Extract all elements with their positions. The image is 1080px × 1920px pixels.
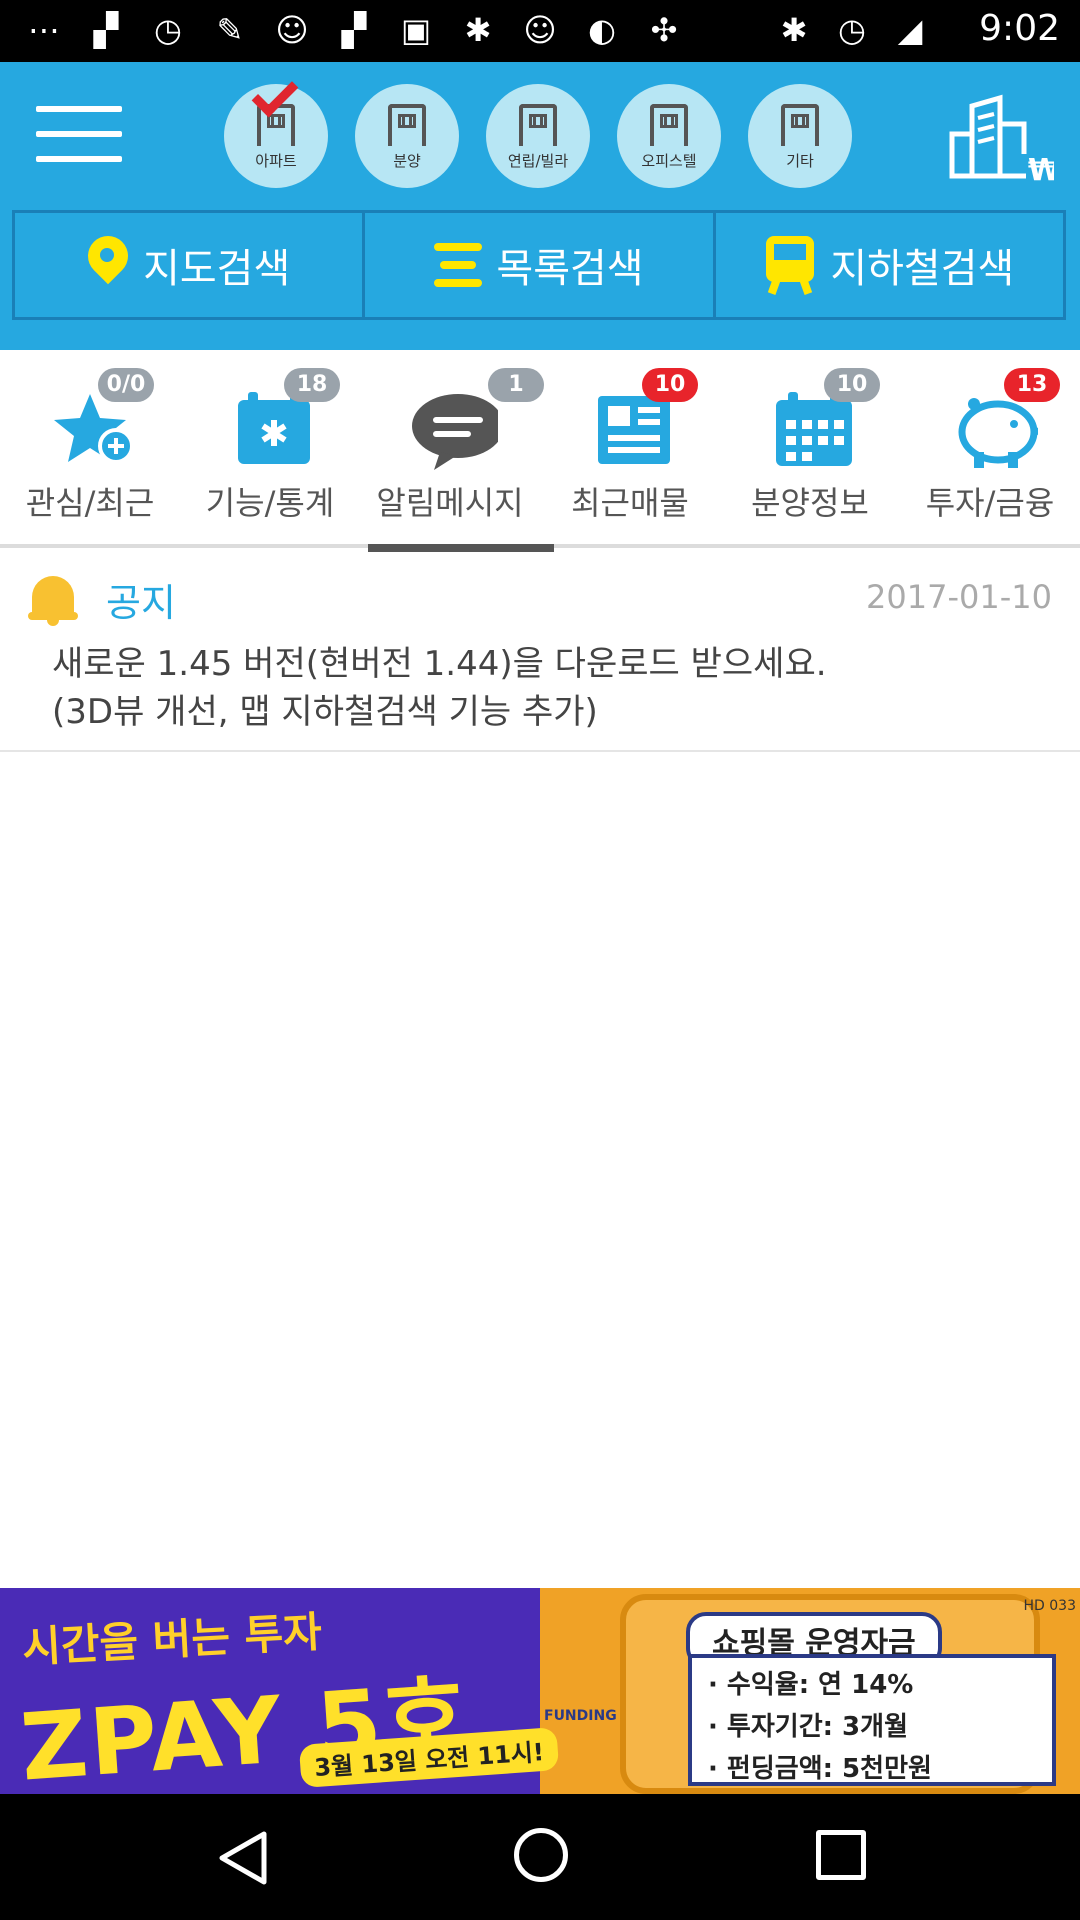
tab-label: 투자/금융 bbox=[925, 484, 1055, 522]
calendar-star-icon bbox=[238, 392, 310, 464]
notice-body: 새로운 1.45 버전(현버전 1.44)을 다운로드 받으세요. (3D뷰 개… bbox=[52, 640, 1052, 736]
piggy-bank-icon bbox=[958, 398, 1038, 468]
category-officetel[interactable]: 오피스텔 bbox=[617, 84, 721, 188]
tab-presale-info[interactable]: 10 분양정보 bbox=[720, 350, 900, 548]
house-icon bbox=[519, 103, 557, 146]
crane-icon bbox=[388, 103, 426, 146]
notice-list-item[interactable]: 공지 2017-01-10 새로운 1.45 버전(현버전 1.44)을 다운로… bbox=[0, 550, 1080, 752]
clock: 9:02 bbox=[979, 8, 1060, 49]
notice-body-line: (3D뷰 개선, 맵 지하철검색 기능 추가) bbox=[52, 692, 598, 732]
tab-favorites-recent[interactable]: 0/0 관심/최근 bbox=[0, 350, 180, 548]
count-badge: 10 bbox=[824, 368, 880, 402]
tab-recent-listings[interactable]: 10 최근매물 bbox=[540, 350, 720, 548]
system-icons: ✱ ◷ ◢ bbox=[774, 10, 930, 50]
tab-notification-messages[interactable]: 1 알림메시지 bbox=[360, 350, 554, 552]
tab-label: 최근매물 bbox=[571, 484, 689, 522]
count-badge: 10 bbox=[642, 368, 698, 402]
flipboard-icon: ▞ bbox=[93, 11, 119, 49]
ad-info-card: · 수익율: 연 14% · 투자기간: 3개월 · 펀딩금액: 5천만원 bbox=[688, 1654, 1056, 1786]
tab-features-stats[interactable]: 18 기능/통계 bbox=[180, 350, 360, 548]
back-icon[interactable] bbox=[216, 1830, 268, 1886]
ad-banner[interactable]: 시간을 버는 투자 ZPAY 5호 3월 13일 오전 11시! FUNDING… bbox=[0, 1588, 1080, 1794]
flipboard-icon: ▞ bbox=[341, 11, 367, 49]
property-category-row: 아파트 분양 연립/빌라 오피스텔 기타 bbox=[224, 70, 852, 188]
wrench-icon: ✎ bbox=[216, 11, 244, 49]
ad-info-line: · 투자기간: 3개월 bbox=[708, 1712, 908, 1742]
stopwatch-icon: ◷ bbox=[154, 11, 182, 49]
tab-subway-search[interactable]: 지하철검색 bbox=[716, 213, 1063, 317]
recent-apps-icon[interactable] bbox=[816, 1830, 866, 1880]
tab-label: 기능/통계 bbox=[205, 484, 335, 522]
signal-icon: ◢ bbox=[897, 11, 923, 49]
chat-bubble-icon bbox=[412, 394, 498, 470]
category-label: 기타 bbox=[786, 151, 814, 170]
tab-map-search[interactable]: 지도검색 bbox=[15, 213, 366, 317]
category-label: 분양 bbox=[393, 151, 421, 170]
tab-label: 관심/최근 bbox=[25, 484, 155, 522]
category-label: 오피스텔 bbox=[641, 151, 697, 170]
alarm-icon: ◷ bbox=[838, 11, 866, 49]
notice-title: 공지 bbox=[106, 581, 176, 625]
buildings-won-logo-icon[interactable]: ₩ bbox=[946, 94, 1054, 182]
app-header: 아파트 분양 연립/빌라 오피스텔 기타 ₩ 지도검색 목록검색 지하철검색 bbox=[0, 62, 1080, 350]
chat-dots-icon: ⋯ bbox=[28, 11, 60, 49]
tab-label: 분양정보 bbox=[751, 484, 869, 522]
count-badge: 13 bbox=[1004, 368, 1060, 402]
star-plus-icon bbox=[54, 394, 134, 464]
bell-icon bbox=[28, 572, 78, 626]
svg-text:₩: ₩ bbox=[1028, 153, 1054, 182]
count-badge: 18 bbox=[284, 368, 340, 402]
ad-info-line: · 수익율: 연 14% bbox=[708, 1670, 914, 1700]
tab-investment-finance[interactable]: 13 투자/금융 bbox=[900, 350, 1080, 548]
count-badge: 1 bbox=[488, 368, 544, 402]
category-apartment[interactable]: 아파트 bbox=[224, 70, 328, 188]
map-pin-icon bbox=[87, 236, 129, 294]
qt-icon: ▣ bbox=[400, 11, 432, 49]
category-label: 연립/빌라 bbox=[507, 151, 569, 170]
category-label: 아파트 bbox=[255, 151, 297, 170]
list-icon bbox=[434, 243, 483, 287]
ad-code: HD 033 bbox=[1023, 1598, 1076, 1614]
office-building-icon bbox=[650, 103, 688, 146]
search-tabs: 지도검색 목록검색 지하철검색 bbox=[12, 210, 1066, 320]
smiley-icon: ☺ bbox=[275, 11, 309, 49]
tab-list-search[interactable]: 목록검색 bbox=[365, 213, 716, 317]
app-icon: ✱ bbox=[464, 11, 492, 49]
category-villa[interactable]: 연립/빌라 bbox=[486, 84, 590, 188]
bluetooth-icon: ✱ bbox=[780, 11, 808, 49]
newspaper-icon bbox=[598, 396, 670, 464]
status-bar: ⋯ ▞ ◷ ✎ ☺ ▞ ▣ ✱ ☺ ◐ ✣ ✱ ◷ ◢ 9:02 bbox=[0, 0, 1080, 62]
smiley-icon: ☺ bbox=[523, 11, 557, 49]
notification-icons: ⋯ ▞ ◷ ✎ ☺ ▞ ▣ ✱ ☺ ◐ ✣ bbox=[24, 10, 684, 50]
count-badge: 0/0 bbox=[98, 368, 154, 402]
notice-body-line: 새로운 1.45 버전(현버전 1.44)을 다운로드 받으세요. bbox=[52, 644, 827, 684]
category-presale[interactable]: 분양 bbox=[355, 84, 459, 188]
category-other[interactable]: 기타 bbox=[748, 84, 852, 188]
tab-label: 목록검색 bbox=[496, 246, 644, 292]
home-icon[interactable] bbox=[514, 1828, 568, 1882]
calendar-icon bbox=[776, 392, 852, 466]
notice-date: 2017-01-10 bbox=[866, 578, 1052, 616]
system-navigation-bar bbox=[0, 1794, 1080, 1920]
sync-icon: ◐ bbox=[588, 11, 616, 49]
feature-tabs: 0/0 관심/최근 18 기능/통계 1 알림메시지 10 최근매물 10 분양… bbox=[0, 350, 1080, 552]
tab-label: 알림메시지 bbox=[376, 484, 524, 522]
tab-label: 지하철검색 bbox=[830, 246, 1015, 292]
satellite-icon: ✣ bbox=[650, 11, 678, 49]
tab-label: 지도검색 bbox=[143, 246, 291, 292]
hamburger-menu-icon[interactable] bbox=[36, 106, 122, 176]
store-icon bbox=[781, 103, 819, 146]
subway-icon bbox=[764, 236, 816, 295]
ad-info-line: · 펀딩금액: 5천만원 bbox=[708, 1754, 932, 1784]
